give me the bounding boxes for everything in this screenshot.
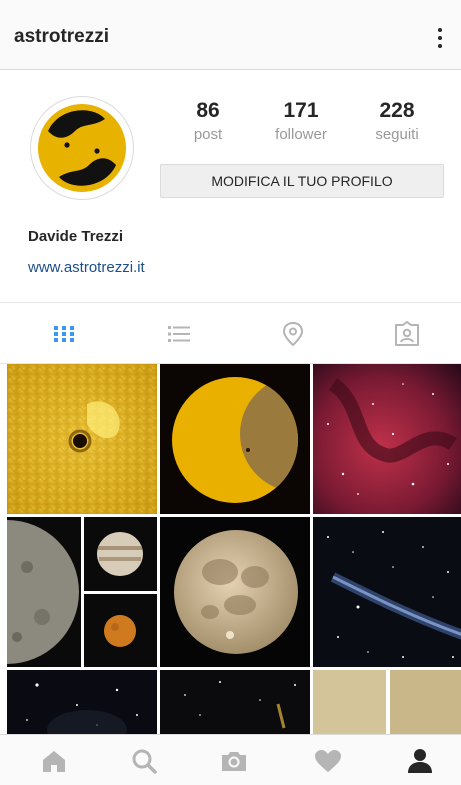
post-thumbnail-comet-starfield[interactable] bbox=[313, 517, 461, 667]
avatar[interactable] bbox=[30, 96, 134, 200]
header-username: astrotrezzi bbox=[14, 26, 110, 47]
photo-grid bbox=[7, 364, 461, 734]
post-thumbnail-sun-mosaic[interactable] bbox=[313, 670, 461, 734]
stat-posts-label: post bbox=[193, 126, 223, 143]
home-icon[interactable] bbox=[38, 745, 70, 777]
post-thumbnail-sun-sunspot[interactable] bbox=[7, 364, 157, 514]
post-thumbnail-planets-collage[interactable] bbox=[7, 517, 157, 667]
avatar-logo bbox=[38, 104, 126, 192]
location-pin-icon[interactable] bbox=[276, 317, 310, 351]
profile-tabs bbox=[0, 302, 461, 364]
post-thumbnail-dark-sky[interactable] bbox=[160, 670, 310, 734]
stat-followers-value: 171 bbox=[283, 99, 319, 122]
stat-following-label: seguiti bbox=[375, 126, 419, 143]
stat-posts: 86 post bbox=[163, 98, 253, 146]
list-icon[interactable] bbox=[162, 317, 196, 351]
post-thumbnail-red-nebula[interactable] bbox=[313, 364, 461, 514]
post-thumbnail-full-moon[interactable] bbox=[160, 517, 310, 667]
heart-icon[interactable] bbox=[312, 745, 344, 777]
tagged-person-icon[interactable] bbox=[390, 317, 424, 351]
stat-followers-label: follower bbox=[275, 126, 327, 143]
stat-followers[interactable]: 171 follower bbox=[256, 98, 346, 146]
stat-following-value: 228 bbox=[379, 99, 415, 122]
more-vertical-icon[interactable] bbox=[437, 28, 443, 48]
profile-full-name: Davide Trezzi bbox=[28, 228, 124, 245]
search-icon[interactable] bbox=[128, 745, 160, 777]
grid-icon[interactable] bbox=[47, 317, 81, 351]
stat-following[interactable]: 228 seguiti bbox=[352, 98, 442, 146]
post-thumbnail-solar-eclipse[interactable] bbox=[160, 364, 310, 514]
profile-icon[interactable] bbox=[404, 745, 436, 777]
profile-website-link[interactable]: www.astrotrezzi.it bbox=[28, 259, 145, 276]
post-thumbnail-star-cluster[interactable] bbox=[7, 670, 157, 734]
bottom-navigation bbox=[0, 734, 461, 785]
camera-icon[interactable] bbox=[218, 745, 250, 777]
top-bar: astrotrezzi bbox=[0, 0, 461, 70]
edit-profile-button[interactable]: MODIFICA IL TUO PROFILO bbox=[160, 164, 444, 198]
stat-posts-value: 86 bbox=[196, 99, 220, 122]
